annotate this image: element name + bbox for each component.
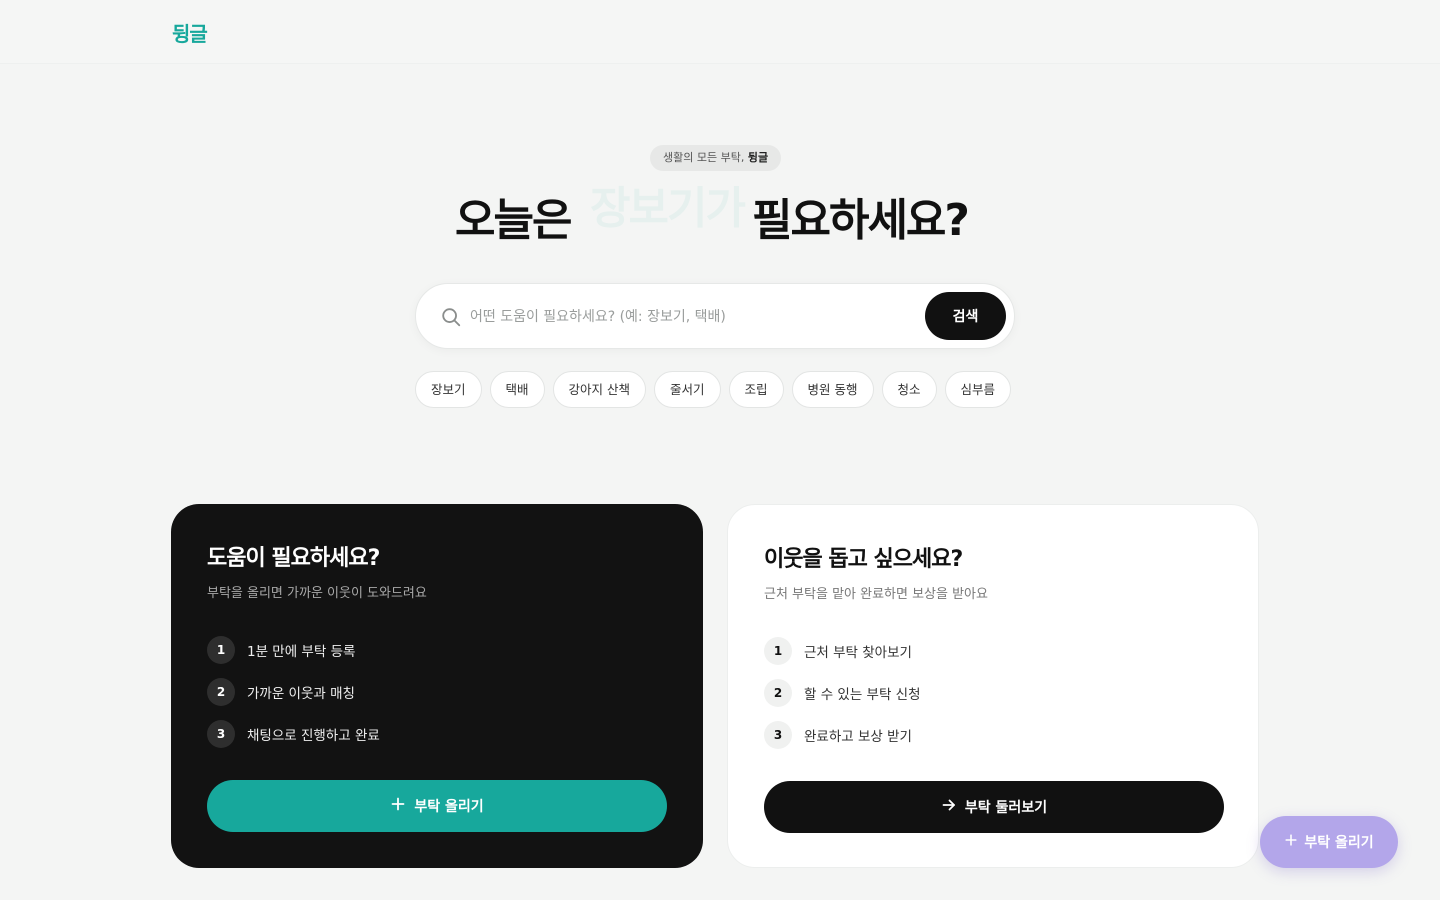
category-chips: 장보기 택배 강아지 산책 줄서기 조립 병원 동행 청소 심부름 <box>415 371 1025 409</box>
step-label: 채팅으로 진행하고 완료 <box>247 728 380 744</box>
hero-title-right: 필요하세요? <box>752 195 970 246</box>
post-request-label: 부탁 올리기 <box>414 799 484 815</box>
offer-help-card: 이웃을 돕고 싶으세요? 근처 부탁을 맡아 완료하면 보상을 받아요 1 근처… <box>727 504 1259 868</box>
hero-badge: 생활의 모든 부탁, 뒹글 <box>650 145 782 171</box>
chip-queue[interactable]: 줄서기 <box>654 371 721 408</box>
step-number: 3 <box>764 721 792 749</box>
hero-badge-text: 생활의 모든 부탁, <box>663 151 748 164</box>
step-number: 1 <box>764 637 792 665</box>
search-icon <box>440 306 462 328</box>
plus-icon <box>1284 833 1298 851</box>
step-number: 1 <box>207 636 235 664</box>
browse-requests-button[interactable]: 부탁 둘러보기 <box>764 781 1224 833</box>
top-navigation-bar: 뒹글 <box>0 0 1440 64</box>
step-label: 가까운 이웃과 매칭 <box>247 686 355 702</box>
request-card-subtitle: 부탁을 올리면 가까운 이웃이 도와드려요 <box>207 586 427 601</box>
step-number: 2 <box>764 679 792 707</box>
help-card-subtitle: 근처 부탁을 맡아 완료하면 보상을 받아요 <box>764 587 988 602</box>
help-card-title: 이웃을 돕고 싶으세요? <box>764 547 963 572</box>
search-bar: 검색 <box>415 283 1015 349</box>
plus-icon <box>390 796 406 816</box>
list-item: 1 근처 부탁 찾아보기 <box>764 637 1222 665</box>
list-item: 3 채팅으로 진행하고 완료 <box>207 720 667 748</box>
list-item: 2 가까운 이웃과 매칭 <box>207 678 667 706</box>
help-steps: 1 근처 부탁 찾아보기 2 할 수 있는 부탁 신청 3 완료하고 보상 받기 <box>764 637 1222 749</box>
search-input[interactable] <box>470 302 910 332</box>
step-number: 2 <box>207 678 235 706</box>
list-item: 3 완료하고 보상 받기 <box>764 721 1222 749</box>
step-label: 할 수 있는 부탁 신청 <box>804 687 921 703</box>
request-help-card: 도움이 필요하세요? 부탁을 올리면 가까운 이웃이 도와드려요 1 1분 만에… <box>171 504 703 868</box>
fab-label: 부탁 올리기 <box>1304 835 1374 851</box>
hero-title: 오늘은 장보기가 필요하세요? <box>0 183 1440 248</box>
post-request-button[interactable]: 부탁 올리기 <box>207 780 667 832</box>
chip-parcel[interactable]: 택배 <box>489 371 545 408</box>
request-steps: 1 1분 만에 부탁 등록 2 가까운 이웃과 매칭 3 채팅으로 진행하고 완… <box>207 636 667 748</box>
step-label: 1분 만에 부탁 등록 <box>247 644 356 660</box>
chip-errand[interactable]: 심부름 <box>944 371 1012 408</box>
hero-badge-brand: 뒹글 <box>747 151 769 164</box>
hero-title-rotating-word: 장보기가 <box>590 183 746 234</box>
chip-dog-walk[interactable]: 강아지 산책 <box>552 371 647 408</box>
hero-title-left: 오늘은 <box>455 195 572 246</box>
chip-cleaning[interactable]: 청소 <box>881 371 937 408</box>
brand-logo[interactable]: 뒹글 <box>172 18 208 47</box>
search-button[interactable]: 검색 <box>925 292 1006 340</box>
chip-hospital[interactable]: 병원 동행 <box>791 371 874 408</box>
list-item: 1 1분 만에 부탁 등록 <box>207 636 667 664</box>
chip-assembly[interactable]: 조립 <box>728 371 784 408</box>
step-number: 3 <box>207 720 235 748</box>
step-label: 근처 부탁 찾아보기 <box>804 645 912 661</box>
step-label: 완료하고 보상 받기 <box>804 729 912 745</box>
chip-grocery[interactable]: 장보기 <box>415 371 482 408</box>
browse-requests-label: 부탁 둘러보기 <box>964 800 1048 816</box>
arrow-right-icon <box>941 797 957 817</box>
list-item: 2 할 수 있는 부탁 신청 <box>764 679 1222 707</box>
floating-post-request-button[interactable]: 부탁 올리기 <box>1260 816 1398 868</box>
request-card-title: 도움이 필요하세요? <box>207 546 380 571</box>
